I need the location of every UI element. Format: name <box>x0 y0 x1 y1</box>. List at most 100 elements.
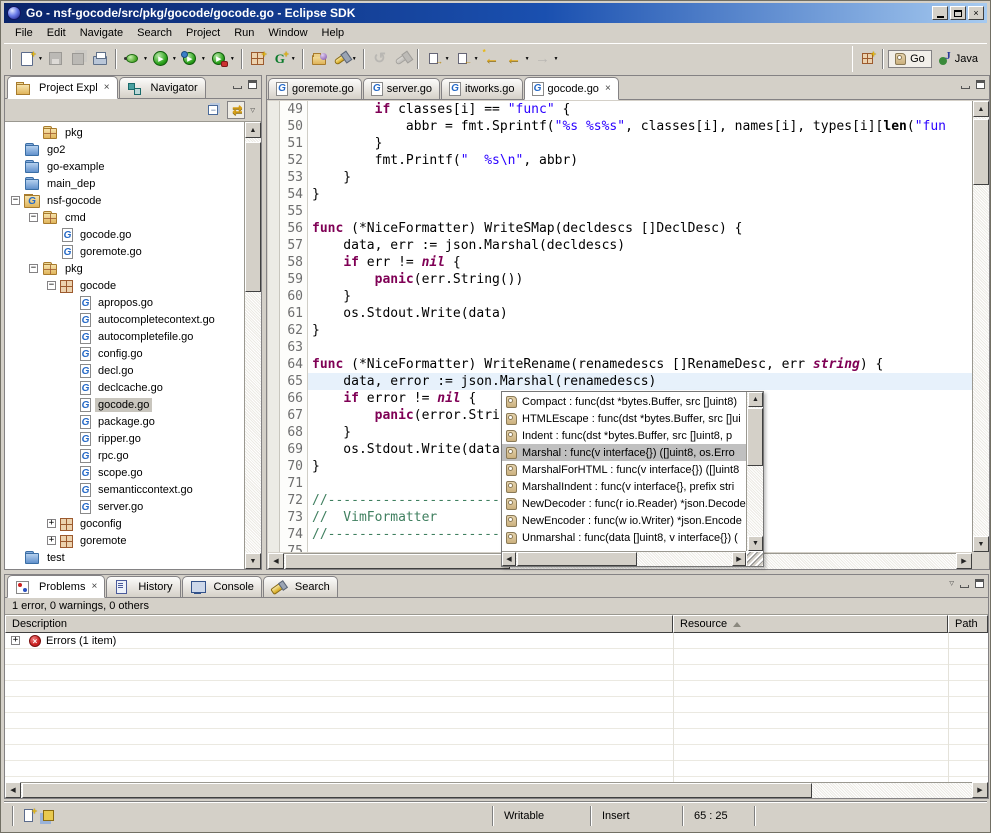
scroll-left-icon[interactable]: ◀ <box>268 553 284 569</box>
scroll-up-icon[interactable]: ▲ <box>748 392 763 407</box>
forward-button[interactable]: → <box>532 48 554 70</box>
tree-item-semanticcontext-go[interactable]: semanticcontext.go <box>5 481 244 498</box>
scroll-down-icon[interactable]: ▼ <box>973 536 989 552</box>
completion-item[interactable]: Compact : func(dst *bytes.Buffer, src []… <box>502 393 746 410</box>
code-line-58[interactable]: 58 if err != nil { <box>268 254 972 271</box>
column-path[interactable]: Path <box>948 615 988 633</box>
scroll-thumb[interactable] <box>747 408 763 466</box>
tab-navigator[interactable]: Navigator <box>119 77 206 98</box>
collapse-toggle[interactable]: − <box>29 213 38 222</box>
tree-item-decl-go[interactable]: decl.go <box>5 362 244 379</box>
collapse-toggle[interactable]: − <box>47 281 56 290</box>
run-external-dropdown[interactable]: ▼ <box>201 56 206 62</box>
menu-help[interactable]: Help <box>315 25 352 41</box>
code-line-52[interactable]: 52 fmt.Printf(" %s\n", abbr) <box>268 152 972 169</box>
scroll-up-icon[interactable]: ▲ <box>245 122 261 138</box>
scroll-thumb[interactable] <box>285 554 510 569</box>
print-button[interactable] <box>89 48 111 70</box>
code-line-60[interactable]: 60 } <box>268 288 972 305</box>
tree-item-go2[interactable]: go2 <box>5 141 244 158</box>
scroll-down-icon[interactable]: ▼ <box>748 536 763 551</box>
debug-dropdown[interactable]: ▼ <box>143 56 148 62</box>
completion-item[interactable]: Unmarshal : func(data []uint8, v interfa… <box>502 529 746 546</box>
new-wizard-dropdown[interactable]: ▼ <box>38 56 43 62</box>
maximize-button[interactable] <box>950 6 966 20</box>
back-button[interactable]: ← <box>503 48 525 70</box>
collapse-all-button[interactable]: − <box>204 101 222 119</box>
save-all-button[interactable] <box>67 48 89 70</box>
tree-item-go-example[interactable]: go-example <box>5 158 244 175</box>
scroll-right-icon[interactable]: ▶ <box>956 553 972 569</box>
code-line-64[interactable]: 64func (*NiceFormatter) WriteRename(rena… <box>268 356 972 373</box>
tree-item-main-dep[interactable]: main_dep <box>5 175 244 192</box>
sidebar-scrollbar[interactable]: ▲ ▼ <box>244 122 261 569</box>
tree-item-config-go[interactable]: config.go <box>5 345 244 362</box>
code-line-62[interactable]: 62} <box>268 322 972 339</box>
code-line-53[interactable]: 53 } <box>268 169 972 186</box>
tree-item-test[interactable]: test <box>5 549 244 566</box>
editor-switch-button[interactable] <box>38 806 58 826</box>
search-dropdown[interactable]: ▼ <box>352 56 357 62</box>
tab-problems[interactable]: Problems× <box>7 575 105 598</box>
code-line-54[interactable]: 54} <box>268 186 972 203</box>
next-annotation-button[interactable] <box>423 48 445 70</box>
editor-tab-goremote-go[interactable]: goremote.go <box>268 78 362 99</box>
code-line-56[interactable]: 56func (*NiceFormatter) WriteSMap(declde… <box>268 220 972 237</box>
tree-item-scope-go[interactable]: scope.go <box>5 464 244 481</box>
tree-item-autocompletecontext-go[interactable]: autocompletecontext.go <box>5 311 244 328</box>
previous-annotation-button[interactable] <box>452 48 474 70</box>
popup-horizontal-scrollbar[interactable]: ◀ ▶ <box>502 551 746 566</box>
tree-item-gocode[interactable]: −gocode <box>5 277 244 294</box>
menu-run[interactable]: Run <box>227 25 261 41</box>
tab-history[interactable]: History <box>106 576 180 597</box>
scroll-thumb[interactable] <box>245 142 261 292</box>
title-bar[interactable]: Go - nsf-gocode/src/pkg/gocode/gocode.go… <box>4 3 987 23</box>
run-dropdown[interactable]: ▼ <box>172 56 177 62</box>
close-tab-icon[interactable]: × <box>605 83 611 94</box>
editor-tab-gocode-go[interactable]: gocode.go× <box>524 77 619 100</box>
tree-item-rpc-go[interactable]: rpc.go <box>5 447 244 464</box>
scroll-right-icon[interactable]: ▶ <box>972 782 988 798</box>
tree-item-server-go[interactable]: server.go <box>5 498 244 515</box>
tree-item-cmd[interactable]: −cmd <box>5 209 244 226</box>
perspective-go-button[interactable]: Go <box>888 50 932 68</box>
code-line-51[interactable]: 51 } <box>268 135 972 152</box>
tree-item-package-go[interactable]: package.go <box>5 413 244 430</box>
tree-item-gocode-go[interactable]: gocode.go <box>5 226 244 243</box>
maximize-view-icon[interactable] <box>975 579 984 588</box>
problems-group-row[interactable]: + × Errors (1 item) <box>5 633 988 649</box>
menu-navigate[interactable]: Navigate <box>73 25 130 41</box>
run-button[interactable]: ▶ <box>150 48 172 70</box>
last-edit-location-button[interactable]: ←* <box>481 48 503 70</box>
minimize-view-icon[interactable] <box>960 585 969 588</box>
minimize-editor-icon[interactable] <box>961 86 970 89</box>
tree-item-goconfig[interactable]: +goconfig <box>5 515 244 532</box>
tree-item-declcache-go[interactable]: declcache.go <box>5 379 244 396</box>
link-with-editor-button[interactable]: ⇄ <box>227 101 245 119</box>
column-resource[interactable]: Resource <box>673 615 948 633</box>
code-line-55[interactable]: 55 <box>268 203 972 220</box>
external-tools-disabled-button[interactable]: ↺ <box>369 48 391 70</box>
close-tab-icon[interactable]: × <box>91 581 97 592</box>
save-button[interactable] <box>45 48 67 70</box>
menu-search[interactable]: Search <box>130 25 179 41</box>
menu-window[interactable]: Window <box>261 25 314 41</box>
run-external-tools-button[interactable]: ▶ <box>179 48 201 70</box>
problems-horizontal-scrollbar[interactable]: ◀ ▶ <box>5 782 988 798</box>
forward-dropdown[interactable]: ▼ <box>554 56 559 62</box>
popup-resize-grip[interactable] <box>747 552 763 566</box>
close-button[interactable]: × <box>968 6 984 20</box>
popup-vertical-scrollbar[interactable]: ▲ ▼ <box>746 392 763 551</box>
view-menu-icon[interactable]: ▽ <box>250 107 255 114</box>
open-perspective-button[interactable]: + <box>856 48 878 70</box>
fast-view-button[interactable]: + <box>18 806 38 826</box>
scroll-left-icon[interactable]: ◀ <box>502 552 516 566</box>
completion-item[interactable]: HTMLEscape : func(dst *bytes.Buffer, src… <box>502 410 746 427</box>
minimize-view-icon[interactable] <box>233 86 242 89</box>
editor-vertical-scrollbar[interactable]: ▲ ▼ <box>972 101 989 552</box>
tree-item-pkg[interactable]: −pkg <box>5 260 244 277</box>
expand-toggle[interactable]: + <box>47 536 56 545</box>
completion-item[interactable]: Indent : func(dst *bytes.Buffer, src []u… <box>502 427 746 444</box>
new-wizard-button[interactable]: + <box>16 48 38 70</box>
open-type-button[interactable] <box>308 48 330 70</box>
